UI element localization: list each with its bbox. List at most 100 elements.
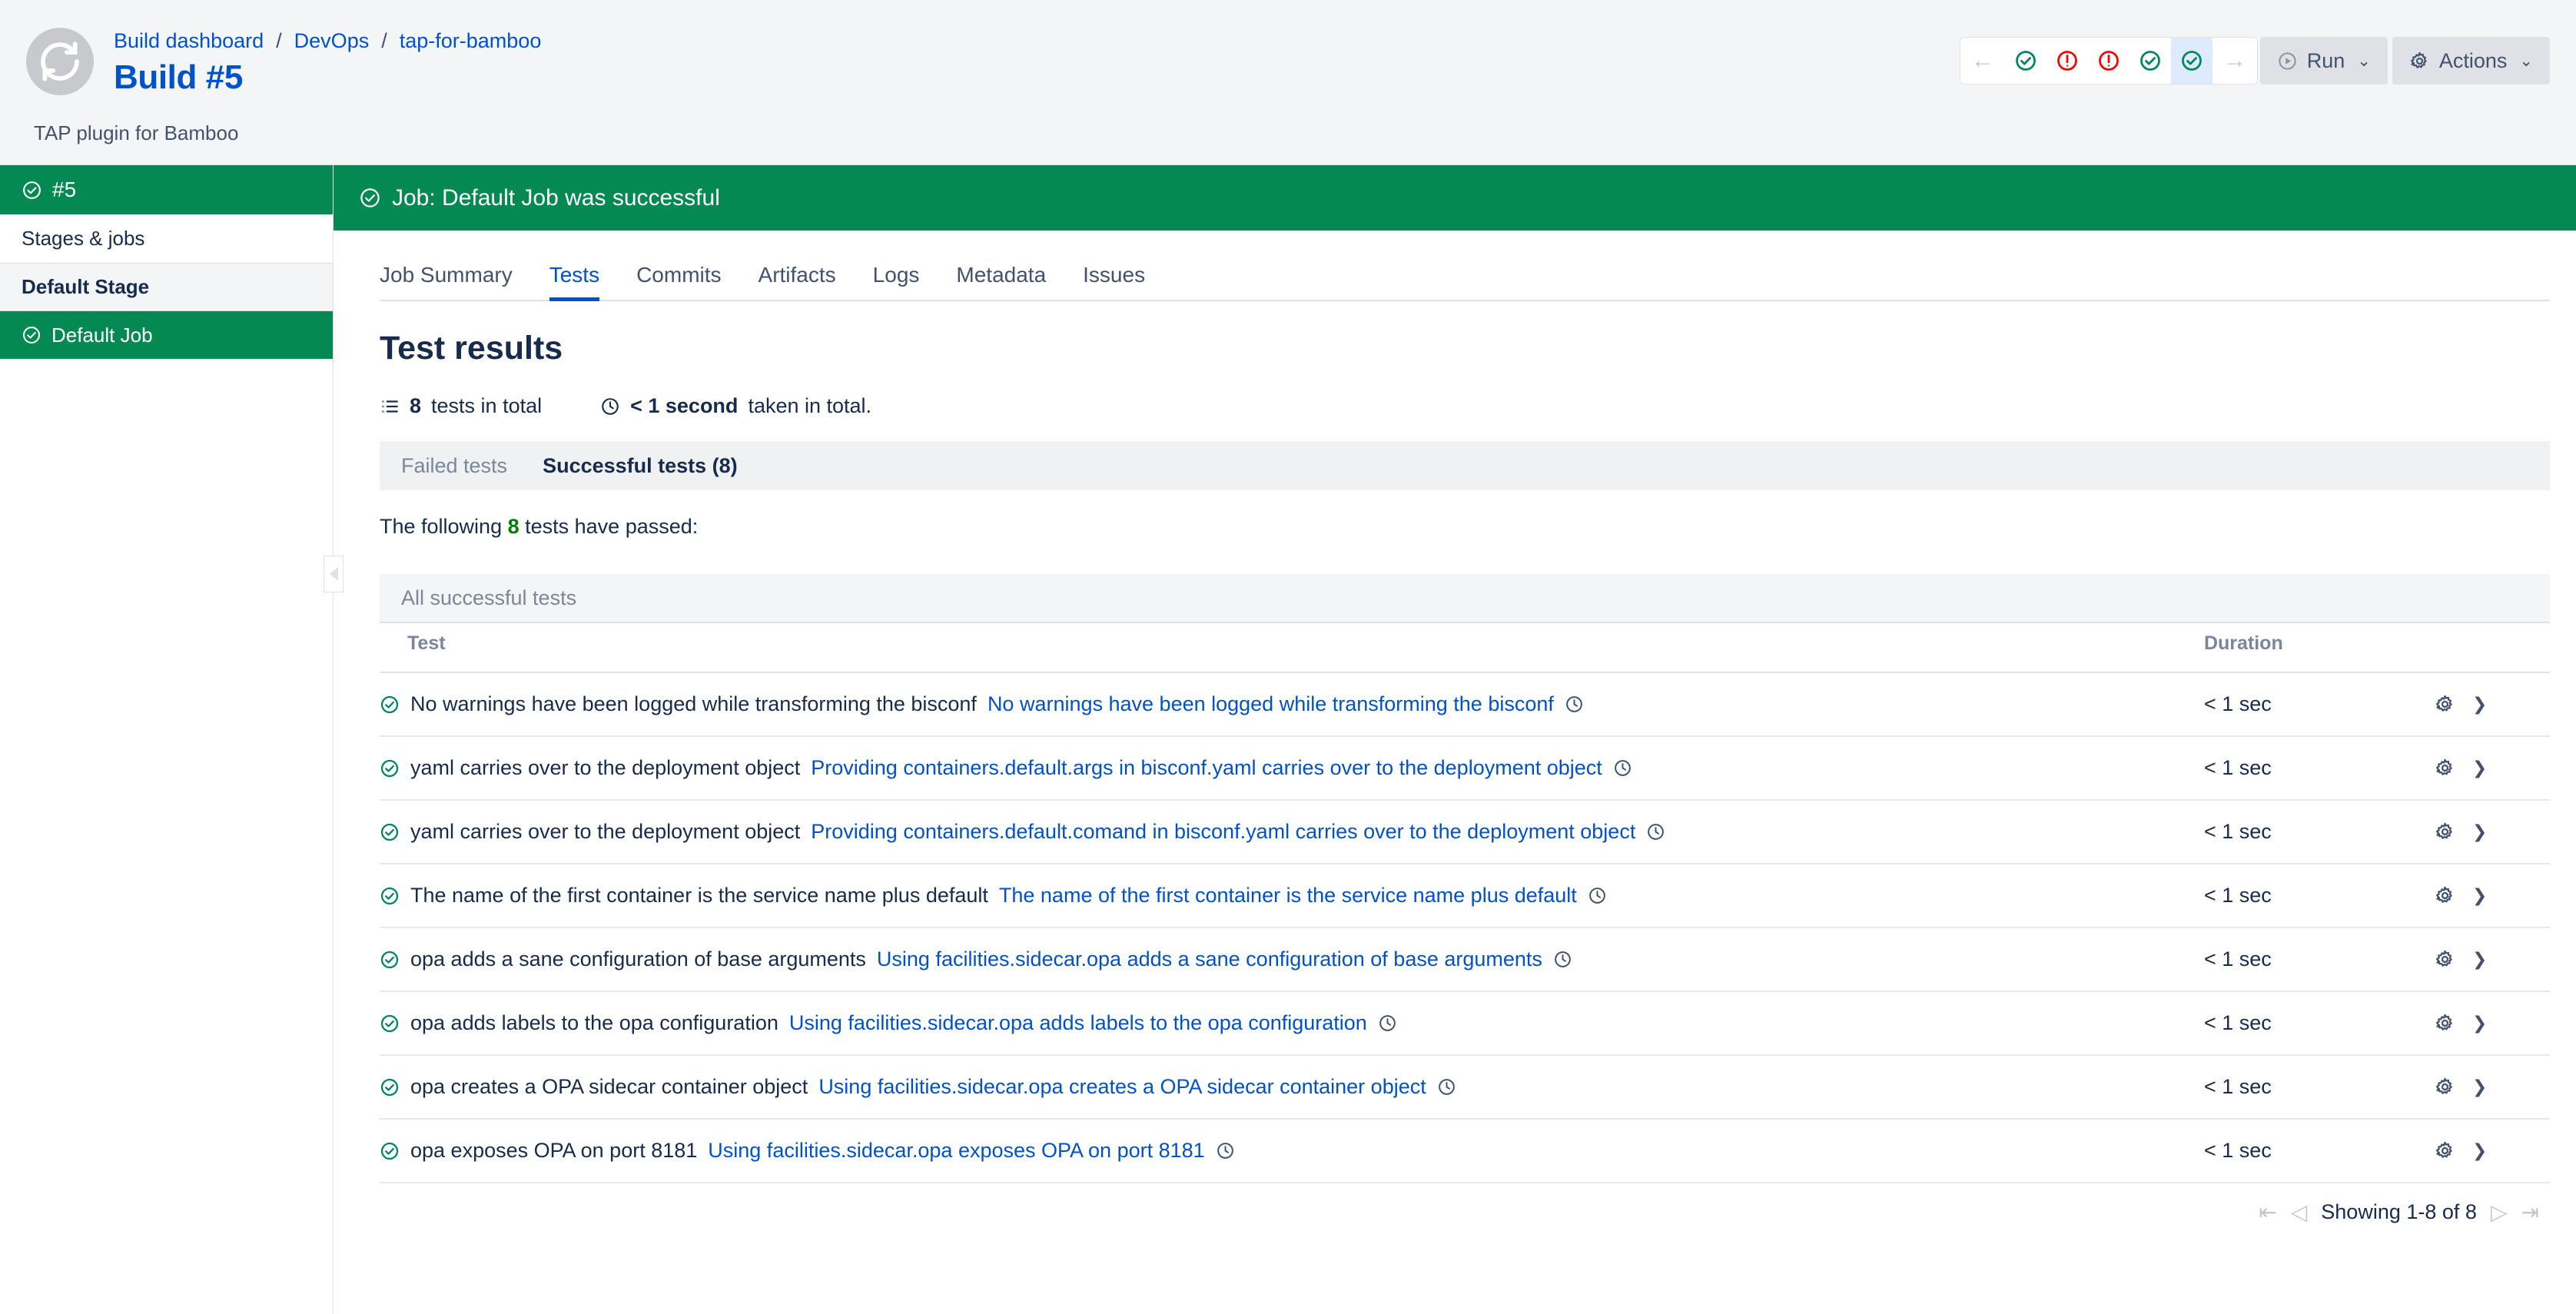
breadcrumb-item-build-dashboard[interactable]: Build dashboard — [114, 31, 264, 51]
chevron-down-icon[interactable]: ❯ — [2472, 887, 2487, 904]
column-header-actions — [2435, 623, 2550, 672]
test-summary: 8 tests in total < 1 second taken in tot… — [380, 394, 2550, 418]
page-subtitle: TAP plugin for Bamboo — [34, 123, 238, 143]
gear-icon[interactable] — [2435, 758, 2455, 778]
breadcrumb-item-devops[interactable]: DevOps — [294, 31, 370, 51]
gear-icon[interactable] — [2435, 821, 2455, 842]
clock-icon — [600, 397, 620, 416]
gear-icon[interactable] — [2435, 1077, 2455, 1097]
check-circle-icon — [2139, 49, 2162, 72]
total-tests-summary: 8 tests in total — [380, 394, 542, 418]
arrow-left-icon[interactable]: ← — [1960, 38, 2005, 84]
chevron-down-icon[interactable]: ❯ — [2472, 951, 2487, 968]
test-link[interactable]: Using facilities.sidecar.opa adds a sane… — [877, 947, 1542, 971]
test-cell: yaml carries over to the deployment obje… — [380, 800, 2204, 864]
collapse-triangle — [330, 567, 338, 581]
error-circle-icon — [2097, 49, 2120, 72]
build-history-item-current[interactable] — [2171, 38, 2213, 84]
tab-commits[interactable]: Commits — [618, 263, 739, 300]
row-actions-cell: ❯ — [2435, 1055, 2550, 1119]
chevron-down-icon[interactable]: ❯ — [2472, 1078, 2487, 1096]
check-circle-icon — [380, 1141, 400, 1161]
main-content: Job: Default Job was successful Job Summ… — [334, 165, 2576, 1314]
tab-artifacts[interactable]: Artifacts — [740, 263, 855, 300]
test-name: opa creates a OPA sidecar container obje… — [410, 1075, 808, 1099]
gear-icon[interactable] — [2435, 1013, 2455, 1034]
page-next-icon[interactable]: ▷ — [2491, 1202, 2508, 1223]
run-button[interactable]: Run ⌄ — [2260, 37, 2388, 85]
tab-failed-tests[interactable]: Failed tests — [401, 454, 507, 478]
chevron-down-icon[interactable]: ❯ — [2472, 823, 2487, 841]
test-name: opa exposes OPA on port 8181 — [410, 1139, 697, 1163]
test-name: opa adds labels to the opa configuration — [410, 1011, 778, 1035]
check-circle-icon — [22, 180, 42, 201]
test-link[interactable]: Using facilities.sidecar.opa adds labels… — [789, 1011, 1367, 1035]
breadcrumb-separator: / — [381, 31, 387, 51]
build-history-item-success[interactable] — [2130, 38, 2171, 84]
clock-icon — [1378, 1014, 1397, 1033]
test-link[interactable]: Using facilities.sidecar.opa exposes OPA… — [708, 1139, 1204, 1163]
page-last-icon[interactable]: ⇥ — [2521, 1202, 2538, 1223]
sidebar-item-default-stage[interactable]: Default Stage — [0, 264, 333, 311]
run-button-label: Run — [2307, 49, 2345, 73]
clock-icon — [1613, 758, 1632, 778]
test-link[interactable]: Providing containers.default.args in bis… — [811, 756, 1602, 780]
gear-icon[interactable] — [2435, 694, 2455, 715]
actions-button[interactable]: Actions ⌄ — [2392, 37, 2550, 85]
table-row: yaml carries over to the deployment obje… — [380, 800, 2550, 864]
sidebar-item-build-number[interactable]: #5 — [0, 165, 333, 214]
test-duration: < 1 sec — [2204, 991, 2435, 1055]
table-row: yaml carries over to the deployment obje… — [380, 736, 2550, 800]
test-link[interactable]: Using facilities.sidecar.opa creates a O… — [818, 1075, 1426, 1099]
breadcrumb-item-tap-for-bamboo[interactable]: tap-for-bamboo — [400, 31, 542, 51]
arrow-right-icon[interactable]: → — [2213, 38, 2257, 84]
gear-icon — [2409, 51, 2430, 71]
sidebar-heading-stages-jobs: Stages & jobs — [0, 214, 333, 264]
successful-tests-table: Test Duration No warnings have been logg… — [380, 623, 2550, 1182]
page-first-icon[interactable]: ⇤ — [2259, 1202, 2276, 1223]
passed-line-prefix: The following — [380, 515, 508, 538]
test-link[interactable]: Providing containers.default.comand in b… — [811, 820, 1635, 844]
page-body: #5 Stages & jobs Default Stage Default J… — [0, 165, 2576, 1314]
tab-issues[interactable]: Issues — [1064, 263, 1164, 300]
collapse-left-icon[interactable] — [324, 556, 344, 592]
tab-job-summary[interactable]: Job Summary — [380, 263, 531, 300]
gear-icon[interactable] — [2435, 1140, 2455, 1161]
gear-icon[interactable] — [2435, 949, 2455, 970]
test-name: yaml carries over to the deployment obje… — [410, 756, 800, 780]
sidebar-build-label: #5 — [52, 178, 76, 202]
tab-logs[interactable]: Logs — [855, 263, 938, 300]
test-cell: opa adds labels to the opa configuration… — [380, 991, 2204, 1055]
chevron-down-icon[interactable]: ❯ — [2472, 695, 2487, 713]
gear-icon[interactable] — [2435, 885, 2455, 906]
chevron-down-icon[interactable]: ❯ — [2472, 1142, 2487, 1160]
header-actions: Run ⌄ Actions ⌄ — [2260, 37, 2550, 85]
test-cell: The name of the first container is the s… — [380, 864, 2204, 927]
chevron-down-icon[interactable]: ❯ — [2472, 759, 2487, 777]
all-successful-tests-header: All successful tests — [380, 574, 2550, 623]
test-link[interactable]: No warnings have been logged while trans… — [988, 692, 1554, 716]
row-actions-cell: ❯ — [2435, 672, 2550, 736]
tab-successful-tests[interactable]: Successful tests (8) — [543, 454, 738, 478]
table-row: opa creates a OPA sidecar container obje… — [380, 1055, 2550, 1119]
tab-tests[interactable]: Tests — [531, 263, 618, 300]
test-link[interactable]: The name of the first container is the s… — [999, 884, 1577, 908]
total-duration-summary: < 1 second taken in total. — [600, 394, 871, 418]
table-pagination: ⇤ ◁ Showing 1-8 of 8 ▷ ⇥ — [380, 1182, 2550, 1224]
build-history-item-failed[interactable] — [2047, 38, 2088, 84]
chevron-down-icon[interactable]: ❯ — [2472, 1014, 2487, 1032]
row-actions-cell: ❯ — [2435, 991, 2550, 1055]
build-history-navigator: ← — [1960, 37, 2258, 85]
tab-metadata[interactable]: Metadata — [938, 263, 1064, 300]
table-row: opa adds a sane configuration of base ar… — [380, 927, 2550, 991]
check-circle-icon — [22, 325, 41, 345]
check-circle-icon — [380, 1077, 400, 1097]
build-history-item-failed[interactable] — [2088, 38, 2130, 84]
total-duration-value: < 1 second — [630, 394, 738, 418]
check-circle-icon — [380, 1014, 400, 1034]
passed-line-suffix: tests have passed: — [520, 515, 699, 538]
build-history-item-success[interactable] — [2005, 38, 2047, 84]
error-circle-icon — [2056, 49, 2079, 72]
sidebar-item-default-job[interactable]: Default Job — [0, 311, 333, 359]
page-prev-icon[interactable]: ◁ — [2291, 1202, 2308, 1223]
